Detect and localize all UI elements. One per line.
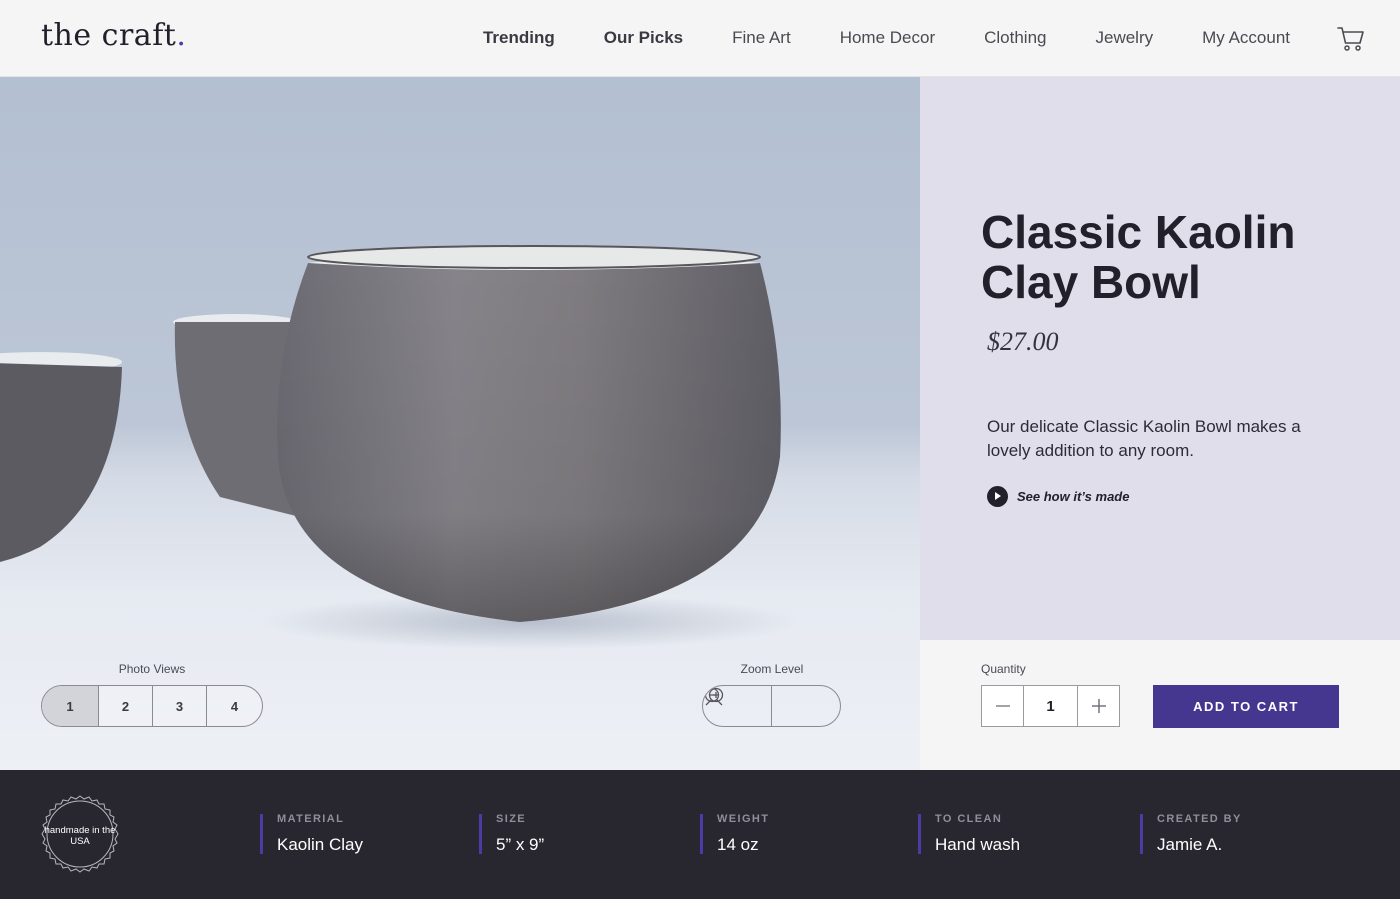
photo-views-label: Photo Views bbox=[118, 662, 186, 676]
minus-icon bbox=[995, 705, 1010, 707]
site-header: the craft. Trending Our Picks Fine Art H… bbox=[0, 0, 1400, 77]
nav-item-jewelry[interactable]: Jewelry bbox=[1096, 28, 1154, 48]
purchase-controls: Quantity 1 ADD TO CART bbox=[920, 640, 1400, 770]
nav-item-trending[interactable]: Trending bbox=[483, 28, 555, 48]
spec-value: Hand wash bbox=[935, 835, 1021, 854]
product-price: $27.00 bbox=[987, 327, 1059, 356]
nav-item-fine-art[interactable]: Fine Art bbox=[732, 28, 791, 48]
spec-size: SIZE 5” x 9” bbox=[479, 813, 545, 854]
add-to-cart-button[interactable]: ADD TO CART bbox=[1153, 685, 1339, 728]
zoom-level-label: Zoom Level bbox=[740, 662, 804, 676]
nav-item-home-decor[interactable]: Home Decor bbox=[840, 28, 935, 48]
spec-label: SIZE bbox=[496, 813, 527, 825]
zoom-in-button[interactable] bbox=[705, 686, 841, 726]
zoom-controls bbox=[702, 685, 841, 727]
product-description: Our delicate Classic Kaolin Bowl makes a… bbox=[987, 417, 1301, 460]
quantity-decrease-button[interactable] bbox=[982, 686, 1023, 726]
spec-value: 5” x 9” bbox=[496, 835, 545, 854]
quantity-value[interactable]: 1 bbox=[1023, 686, 1078, 726]
see-how-its-made-link[interactable]: See how it’s made bbox=[987, 486, 1129, 507]
photo-view-3-button[interactable]: 3 bbox=[153, 686, 207, 726]
brand-name: the craft bbox=[41, 18, 177, 53]
spec-weight: WEIGHT 14 oz bbox=[700, 813, 770, 854]
product-info-panel: Classic Kaolin Clay Bowl $27.00 Our deli… bbox=[920, 77, 1400, 640]
play-icon bbox=[987, 486, 1008, 507]
seal-text: handmade in the USA bbox=[44, 825, 116, 847]
product-specs-bar: handmade in the USA MATERIAL Kaolin Clay… bbox=[0, 770, 1400, 899]
photo-view-1-button[interactable]: 1 bbox=[42, 686, 99, 726]
spec-value: Kaolin Clay bbox=[277, 835, 363, 854]
brand-dot: . bbox=[176, 18, 187, 53]
nav-item-my-account[interactable]: My Account bbox=[1202, 28, 1290, 48]
plus-icon bbox=[1091, 699, 1106, 713]
see-how-its-made-label: See how it’s made bbox=[1017, 489, 1130, 504]
main-nav: Trending Our Picks Fine Art Home Decor C… bbox=[434, 28, 1290, 48]
nav-item-our-picks[interactable]: Our Picks bbox=[604, 28, 683, 48]
zoom-in-icon bbox=[705, 687, 724, 706]
cart-icon[interactable] bbox=[1337, 26, 1365, 52]
spec-material: MATERIAL Kaolin Clay bbox=[260, 813, 363, 854]
quantity-stepper: 1 bbox=[981, 685, 1120, 727]
spec-value: Jamie A. bbox=[1157, 835, 1223, 854]
brand-logo[interactable]: the craft. bbox=[41, 18, 186, 53]
spec-label: CREATED BY bbox=[1157, 813, 1242, 825]
nav-item-clothing[interactable]: Clothing bbox=[984, 28, 1046, 48]
spec-label: MATERIAL bbox=[277, 813, 345, 825]
spec-to-clean: TO CLEAN Hand wash bbox=[918, 813, 1021, 854]
quantity-increase-button[interactable] bbox=[1078, 686, 1119, 726]
spec-label: WEIGHT bbox=[717, 813, 770, 825]
spec-label: TO CLEAN bbox=[935, 813, 1003, 825]
photo-view-4-button[interactable]: 4 bbox=[207, 686, 262, 726]
product-title: Classic Kaolin Clay Bowl bbox=[981, 206, 1296, 308]
photo-view-2-button[interactable]: 2 bbox=[99, 686, 153, 726]
spec-created-by: CREATED BY Jamie A. bbox=[1140, 813, 1242, 854]
product-photo[interactable]: Photo Views 1 2 3 4 Zoom Level bbox=[0, 77, 920, 770]
quantity-label: Quantity bbox=[981, 662, 1026, 676]
photo-views-selector: 1 2 3 4 bbox=[41, 685, 263, 727]
spec-value: 14 oz bbox=[717, 835, 759, 854]
